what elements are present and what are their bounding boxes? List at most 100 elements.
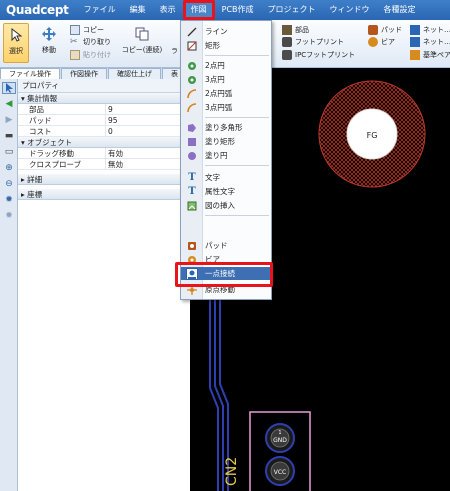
menu-separator <box>205 117 269 118</box>
draw-menu-dropdown: ライン 矩形 2点円 3点円 2点円弧 3点円弧 塗り多角形 塗り矩形 塗り円 … <box>180 20 272 300</box>
pad-icon <box>368 25 378 35</box>
select-button[interactable]: 選択 <box>3 23 29 63</box>
move-button[interactable]: 移動 <box>36 26 62 55</box>
highlight-box <box>175 262 273 287</box>
circle-icon <box>181 61 203 71</box>
zoom-in-icon[interactable]: ⊕ <box>2 162 16 174</box>
tab-check-finish[interactable]: 確認仕上げ <box>108 68 161 79</box>
menu-item-pad[interactable]: パッド <box>181 239 271 252</box>
ipc-footprint-button[interactable]: IPCフットプリント <box>282 50 355 60</box>
menu-item-text[interactable]: T 文字 <box>181 171 271 184</box>
scissors-icon: ✂ <box>70 37 78 47</box>
arc-icon <box>181 102 203 113</box>
cursor-icon <box>8 27 24 43</box>
ribbon-tabs: ファイル操作 作図操作 確認仕上げ 表 <box>0 68 190 79</box>
menu-item-3pt-circle[interactable]: 3点円 <box>181 73 271 86</box>
copy-continuous-button[interactable]: コピー(連続) <box>118 26 166 55</box>
menu-separator <box>205 165 269 166</box>
fg-label: FG <box>367 131 378 140</box>
net-button-1[interactable]: ネット… <box>410 25 450 35</box>
origin-pair-button[interactable]: 基準ペア… <box>410 50 450 60</box>
rectangle-icon <box>181 41 203 51</box>
parts-button[interactable]: 部品 <box>282 25 309 35</box>
section-summary[interactable]: ▾ 集計情報 <box>18 93 190 104</box>
menu-edit[interactable]: 編集 <box>123 0 153 20</box>
menu-file[interactable]: ファイル <box>77 0 123 20</box>
property-row[interactable]: ドラッグ移動 有効 <box>18 148 190 159</box>
menu-separator <box>205 55 269 56</box>
pad-button[interactable]: パッド <box>368 25 402 35</box>
property-row: 部品 9 <box>18 104 190 115</box>
circle-icon <box>181 75 203 85</box>
via-icon <box>368 37 378 47</box>
menu-item-line[interactable]: ライン <box>181 25 271 38</box>
menu-item-attribute-text[interactable]: T 属性文字 <box>181 185 271 198</box>
pad-icon <box>181 241 203 251</box>
pointer-tool-icon[interactable] <box>2 82 16 94</box>
menu-item-filled-circle[interactable]: 塗り円 <box>181 149 271 162</box>
menu-view[interactable]: 表示 <box>153 0 183 20</box>
origin-pair-icon <box>410 50 420 60</box>
menu-item-2pt-arc[interactable]: 2点円弧 <box>181 87 271 100</box>
copy-icon <box>70 25 80 35</box>
menu-settings[interactable]: 各種設定 <box>377 0 423 20</box>
ipc-footprint-icon <box>282 50 292 60</box>
paste-button[interactable]: 貼り付け <box>70 50 111 60</box>
menu-draw[interactable]: 作図 <box>182 0 215 20</box>
print-icon[interactable]: ▭ <box>2 146 16 158</box>
net-button-2[interactable]: ネット… <box>410 37 450 47</box>
save-icon[interactable]: ▬ <box>2 130 16 142</box>
property-row[interactable]: クロスプローブ 無効 <box>18 159 190 170</box>
filled-circle-icon <box>181 151 203 161</box>
arc-icon <box>181 88 203 99</box>
copy-button[interactable]: コピー <box>70 25 104 35</box>
net-icon-2 <box>410 37 420 47</box>
line-icon <box>181 27 203 37</box>
left-toolbar: ◀ ▶ ▬ ▭ ⊕ ⊖ ✹ ✹ <box>0 79 18 491</box>
paste-icon <box>70 50 80 60</box>
menu-item-3pt-arc[interactable]: 3点円弧 <box>181 101 271 114</box>
menu-item-filled-polygon[interactable]: 塗り多角形 <box>181 121 271 134</box>
pad-number: 1 <box>278 430 281 436</box>
gear-icon[interactable]: ✹ <box>2 210 16 222</box>
property-panel: プロパティ ▾ 集計情報 部品 9 パッド 95 コスト 0 ▾ オブジェクト … <box>18 79 190 491</box>
net-icon <box>410 25 420 35</box>
menu-project[interactable]: プロジェクト <box>261 0 323 20</box>
menu-window[interactable]: ウィンドウ <box>323 0 377 20</box>
menu-item-2pt-circle[interactable]: 2点円 <box>181 59 271 72</box>
tab-file-ops[interactable]: ファイル操作 <box>0 68 60 79</box>
settings-icon[interactable]: ✹ <box>2 194 16 206</box>
menu-item-insert-image[interactable]: 図の挿入 <box>181 199 271 212</box>
connector-ref-label: CN2 <box>224 457 240 486</box>
cut-button[interactable]: ✂ 切り取り <box>70 37 111 47</box>
move-icon <box>41 26 57 42</box>
forward-arrow-icon[interactable]: ▶ <box>2 114 16 126</box>
app-logo: Quadcept <box>6 3 69 17</box>
section-coords[interactable]: ▸ 座標 <box>18 189 190 200</box>
menu-item-rectangle[interactable]: 矩形 <box>181 39 271 52</box>
filled-rectangle-icon <box>181 137 203 147</box>
tab-draw-ops[interactable]: 作図操作 <box>61 68 107 79</box>
menu-pcb[interactable]: PCB作成 <box>215 0 261 20</box>
vcc-label: VCC <box>274 469 286 476</box>
footprint-button[interactable]: フットプリント <box>282 37 344 47</box>
copy-continuous-icon <box>134 26 150 42</box>
zoom-out-icon[interactable]: ⊖ <box>2 178 16 190</box>
property-row: パッド 95 <box>18 115 190 126</box>
filled-polygon-icon <box>181 123 203 133</box>
back-arrow-icon[interactable]: ◀ <box>2 98 16 110</box>
menu-bar: Quadcept ファイル 編集 表示 作図 PCB作成 プロジェクト ウィンド… <box>0 0 450 20</box>
image-icon <box>181 201 203 211</box>
gnd-label: GND <box>273 437 287 444</box>
section-detail[interactable]: ▸ 詳細 <box>18 174 190 185</box>
attribute-text-icon: T <box>188 186 196 197</box>
ribbon-partial-button[interactable]: ラ <box>171 46 178 56</box>
panel-title: プロパティ <box>18 79 190 93</box>
menu-item-filled-rectangle[interactable]: 塗り矩形 <box>181 135 271 148</box>
section-object[interactable]: ▾ オブジェクト <box>18 137 190 148</box>
footprint-icon <box>282 37 292 47</box>
menu-separator <box>205 215 269 216</box>
parts-icon <box>282 25 292 35</box>
via-button[interactable]: ビア <box>368 37 395 47</box>
text-icon: T <box>188 172 196 183</box>
